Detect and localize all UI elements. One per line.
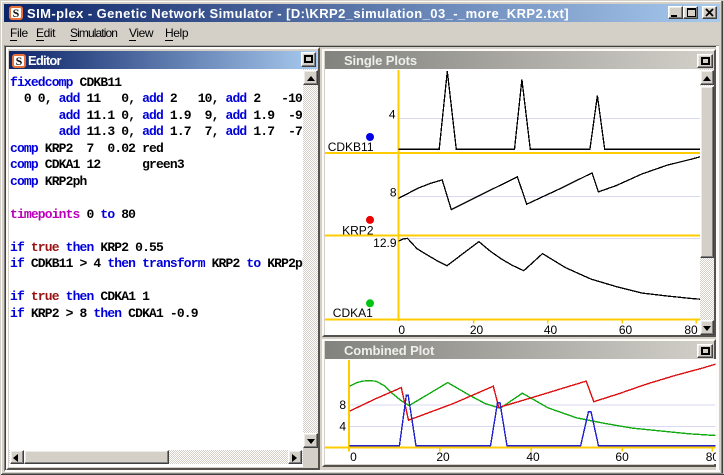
svg-text:12.9: 12.9 [373,236,397,250]
svg-text:CDKB11: CDKB11 [328,140,374,154]
svg-text:40: 40 [526,450,540,464]
svg-text:4: 4 [389,108,396,122]
svg-text:0: 0 [398,323,405,335]
svg-text:KRP2: KRP2 [342,224,374,238]
svg-text:40: 40 [544,323,558,335]
svg-text:20: 20 [470,323,484,335]
svg-text:80: 80 [706,450,716,464]
svg-text:80: 80 [684,323,698,335]
svg-text:CDKA1: CDKA1 [333,306,373,320]
svg-text:20: 20 [436,450,450,464]
svg-text:0: 0 [350,450,357,464]
svg-text:60: 60 [619,323,633,335]
svg-text:8: 8 [339,398,346,412]
svg-text:60: 60 [615,450,629,464]
svg-text:8: 8 [390,186,397,200]
svg-text:4: 4 [339,420,346,434]
